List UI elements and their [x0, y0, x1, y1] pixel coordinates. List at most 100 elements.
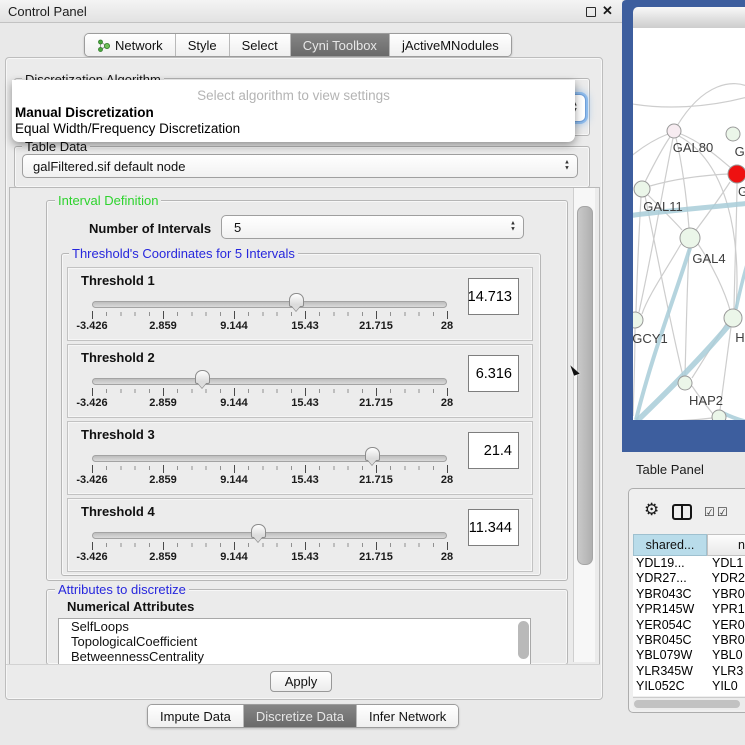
- slider-major-tick: [234, 388, 235, 396]
- tab-style[interactable]: Style: [176, 34, 230, 56]
- column-header-shared-name[interactable]: shared...: [633, 534, 707, 556]
- threshold-value-field[interactable]: 11.344: [468, 509, 519, 546]
- table-row[interactable]: YIL052CYIL0: [633, 679, 745, 694]
- network-node-gal11[interactable]: [634, 181, 650, 197]
- cell-shared-name: YPR145W: [633, 602, 707, 617]
- float-window-icon[interactable]: [586, 7, 596, 17]
- network-graph: GAL80GAGGAL11GAL4GCY1HHAP2: [633, 28, 745, 420]
- table-row[interactable]: YBL079WYBL0: [633, 648, 745, 663]
- checkbox-icon[interactable]: ☑: [704, 506, 715, 518]
- tab-label: Discretize Data: [256, 709, 344, 724]
- tab-label: Infer Network: [369, 709, 446, 724]
- tab-label: Cyni Toolbox: [303, 38, 377, 53]
- screenshot-stage: Control Panel ✕ Network StyleSelect Cyni T…: [0, 0, 745, 745]
- slider-tick-label: 21.715: [359, 320, 393, 332]
- tab-network[interactable]: Network: [85, 34, 176, 56]
- network-node-ga[interactable]: [726, 127, 740, 141]
- slider-tick-label: 15.43: [291, 320, 319, 332]
- node-label: G: [738, 184, 745, 199]
- tab-label: Network: [115, 38, 163, 53]
- algorithm-option-equal-width-frequency-discretization[interactable]: Equal Width/Frequency Discretization: [15, 121, 240, 136]
- table-row[interactable]: YDL19...YDL1: [633, 556, 745, 571]
- network-node-g[interactable]: [728, 165, 745, 183]
- table-data-selected-value: galFiltered.sif default node: [33, 159, 185, 174]
- table-hscrollbar-track[interactable]: [633, 697, 745, 710]
- close-icon[interactable]: ✕: [602, 3, 613, 19]
- slider-tick-label: 15.43: [291, 397, 319, 409]
- slider-major-tick: [163, 388, 164, 396]
- apply-button[interactable]: Apply: [270, 671, 332, 692]
- settings-scrollpane: Interval Definition Number of Intervals …: [9, 187, 600, 665]
- spinner-arrows-icon: ▲▼: [510, 222, 516, 233]
- attribute-item-betweennesscentrality[interactable]: BetweennessCentrality: [59, 649, 530, 664]
- network-node-gal4[interactable]: [680, 228, 700, 248]
- slider-tick-label: -3.426: [76, 397, 107, 409]
- attribute-item-topologicalcoefficient[interactable]: TopologicalCoefficient: [59, 634, 530, 649]
- attribute-item-selfloops[interactable]: SelfLoops: [59, 619, 530, 634]
- table-hscrollbar-thumb[interactable]: [634, 700, 740, 708]
- table-row[interactable]: YBR045CYBR0: [633, 633, 745, 648]
- slider-major-tick: [376, 388, 377, 396]
- slider-track[interactable]: [92, 301, 447, 308]
- table-data-combobox[interactable]: galFiltered.sif default node ▲▼: [22, 154, 578, 178]
- threshold-label: Threshold 2: [81, 350, 155, 365]
- cell-name: YPR1: [707, 602, 745, 617]
- threshold-value-field[interactable]: 14.713: [468, 278, 519, 315]
- threshold-label: Threshold 4: [81, 504, 155, 519]
- tab-impute-data[interactable]: Impute Data: [148, 705, 244, 727]
- tab-infer-network[interactable]: Infer Network: [357, 705, 458, 727]
- slider-thumb[interactable]: [251, 524, 266, 538]
- threshold-panel-2: Threshold 2-3.4262.8599.14415.4321.71528…: [67, 344, 533, 418]
- scrollbar-thumb[interactable]: [577, 206, 593, 565]
- slider-track[interactable]: [92, 378, 447, 385]
- network-canvas[interactable]: GAL80GAGGAL11GAL4GCY1HHAP2: [633, 28, 745, 420]
- network-node[interactable]: [712, 410, 726, 420]
- network-node-gal80[interactable]: [667, 124, 681, 138]
- slider-tick-label: 21.715: [359, 397, 393, 409]
- slider-thumb[interactable]: [289, 293, 304, 307]
- network-node-h[interactable]: [724, 309, 742, 327]
- tab-discretize-data[interactable]: Discretize Data: [244, 705, 357, 727]
- number-of-intervals-spinner[interactable]: 5 ▲▼: [221, 215, 524, 239]
- network-node-gcy1[interactable]: [633, 312, 643, 328]
- tab-cyni-toolbox[interactable]: Cyni Toolbox: [291, 34, 390, 56]
- slider-track[interactable]: [92, 532, 447, 539]
- checkbox-icon[interactable]: ☑: [717, 506, 728, 518]
- network-node-hap2[interactable]: [678, 376, 692, 390]
- list-scrollbar[interactable]: [518, 621, 529, 659]
- slider-major-tick: [447, 311, 448, 319]
- table-row[interactable]: YPR145WYPR1: [633, 602, 745, 617]
- tab-jactivemnodules[interactable]: jActiveMNodules: [390, 34, 511, 56]
- slider-track[interactable]: [92, 455, 447, 462]
- algorithm-option-manual-discretization[interactable]: Manual Discretization: [15, 105, 154, 120]
- table-row[interactable]: YLR345WYLR3: [633, 664, 745, 679]
- threshold-value-field[interactable]: 21.4: [468, 432, 519, 469]
- gear-icon[interactable]: ⚙: [644, 501, 659, 518]
- slider-minor-ticks: [92, 466, 448, 470]
- slider-major-tick: [376, 311, 377, 319]
- slider-major-tick: [92, 311, 93, 319]
- cell-shared-name: YBL079W: [633, 648, 707, 663]
- slider-major-tick: [92, 465, 93, 473]
- numerical-attributes-list[interactable]: SelfLoopsTopologicalCoefficientBetweenne…: [58, 618, 531, 665]
- thresholds-group-title: Threshold's Coordinates for 5 Intervals: [69, 246, 298, 261]
- threshold-value-field[interactable]: 6.316: [468, 355, 519, 392]
- table-row[interactable]: YBR043CYBR0: [633, 587, 745, 602]
- slider-major-tick: [305, 542, 306, 550]
- combo-arrows-icon: ▲▼: [564, 161, 570, 172]
- split-columns-icon[interactable]: [672, 504, 692, 520]
- slider-thumb[interactable]: [365, 447, 380, 461]
- network-window-titlebar[interactable]: [633, 7, 745, 29]
- table-row[interactable]: YDR27...YDR2: [633, 571, 745, 586]
- slider-thumb[interactable]: [195, 370, 210, 384]
- table-row[interactable]: YER054CYER0: [633, 618, 745, 633]
- cell-name: YER0: [707, 618, 745, 633]
- tab-select[interactable]: Select: [230, 34, 291, 56]
- slider-tick-label: -3.426: [76, 551, 107, 563]
- slider-tick-label: 2.859: [149, 320, 177, 332]
- column-header-name[interactable]: na: [707, 534, 745, 556]
- control-panel-titlebar: Control Panel ✕: [0, 0, 622, 23]
- slider-tick-label: 28: [441, 320, 453, 332]
- cell-name: YLR3: [707, 664, 743, 679]
- cell-name: YIL0: [707, 679, 738, 694]
